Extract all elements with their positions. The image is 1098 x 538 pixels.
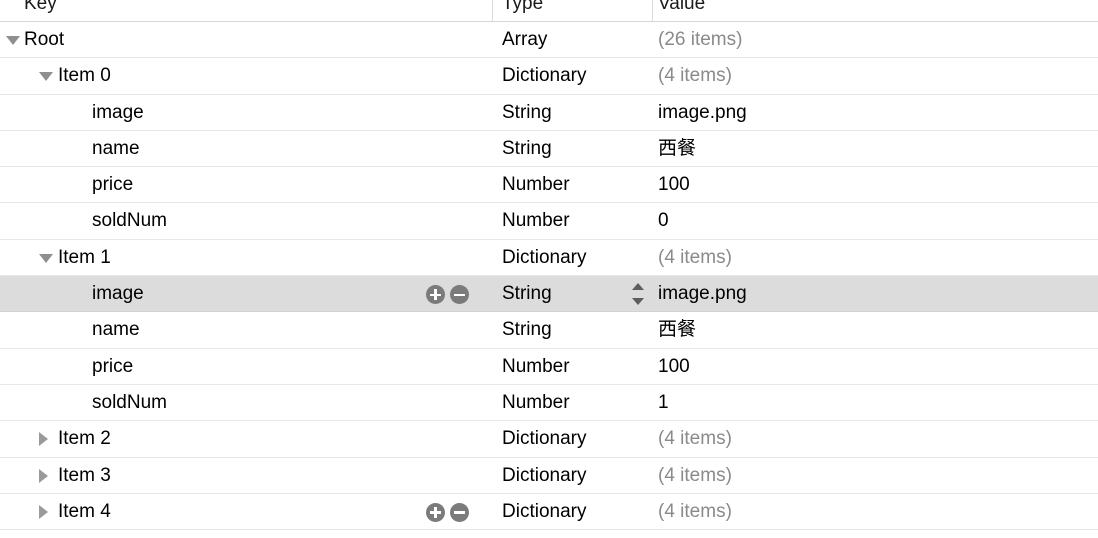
table-row[interactable]: Item 1 Dictionary (4 items) [0,239,1098,277]
plist-editor: Key Type Value Root Array (26 items) Item 0… [0,0,1098,538]
key-label: soldNum [92,391,167,413]
cell-type[interactable]: Dictionary [502,421,652,456]
cell-type[interactable]: Number [502,167,652,202]
cell-type[interactable]: Dictionary [502,58,652,93]
cell-value[interactable]: (4 items) [658,240,1088,275]
cell-key[interactable]: Item 2 [0,421,492,456]
add-remove-controls [426,285,480,305]
cell-key[interactable]: Root [0,22,492,57]
cell-value[interactable]: (4 items) [658,458,1088,493]
cell-value[interactable]: 100 [658,167,1088,202]
cell-value[interactable]: image.png [658,95,1088,130]
key-label: Root [24,29,65,50]
table-row[interactable]: Item 5 Dictionary (4 items) [0,530,1098,538]
key-label: image [92,101,144,123]
key-label: Item 5 [58,530,111,538]
table-row[interactable]: name String 西餐 [0,312,1098,349]
cell-value[interactable]: (4 items) [658,58,1088,93]
table-row[interactable]: image String image.png [0,94,1098,131]
add-row-icon[interactable] [426,285,445,305]
cell-type[interactable]: String [502,312,652,347]
key-label: price [92,174,134,196]
disclosure-triangle-collapsed-icon[interactable] [39,504,48,519]
cell-type[interactable]: Number [502,385,652,420]
key-label: price [92,355,134,377]
table-header: Key Type Value [0,0,1098,22]
cell-type[interactable]: String [502,95,652,130]
disclosure-triangle-expanded-icon[interactable] [6,36,20,45]
table-row[interactable]: name String 西餐 [0,130,1098,168]
cell-value[interactable]: image.png [658,276,1088,311]
value-stepper-icon[interactable] [630,283,646,306]
key-label: Item 2 [58,428,111,450]
column-header-value[interactable]: Value [658,0,1078,21]
column-header-key[interactable]: Key [24,0,484,21]
key-label: name [92,319,140,341]
key-label: soldNum [92,210,167,232]
cell-type[interactable]: Dictionary [502,494,652,529]
cell-type[interactable]: Dictionary [502,240,652,275]
plist-rows: Root Array (26 items) Item 0 Dictionary (4 it… [0,22,1098,538]
cell-value[interactable]: 1 [658,385,1088,420]
cell-key[interactable]: name [0,131,492,166]
key-label: Item 1 [58,246,111,268]
table-row[interactable]: Item 3 Dictionary (4 items) [0,457,1098,494]
table-row[interactable]: soldNum Number 0 [0,203,1098,240]
header-divider-type-value[interactable] [652,0,653,21]
cell-key[interactable]: soldNum [0,385,492,420]
table-row[interactable]: price Number 100 [0,348,1098,385]
add-remove-controls [426,502,480,523]
table-row[interactable]: Item 2 Dictionary (4 items) [0,421,1098,458]
cell-key[interactable]: Item 0 [0,58,492,93]
disclosure-triangle-expanded-icon[interactable] [39,72,53,82]
cell-value[interactable]: 西餐 [658,312,1088,347]
cell-key[interactable]: Item 4 [0,494,492,529]
disclosure-triangle-expanded-icon[interactable] [39,253,53,263]
column-header-type[interactable]: Type [502,0,642,21]
cell-type[interactable]: String [502,131,652,166]
remove-row-icon[interactable] [450,285,469,305]
table-row[interactable]: image String image.png [0,276,1098,313]
cell-type[interactable]: Number [502,203,652,238]
cell-key[interactable]: soldNum [0,203,492,238]
header-divider-key-type[interactable] [492,0,493,21]
cell-key[interactable]: Item 5 [0,530,492,538]
remove-row-icon[interactable] [450,502,469,522]
disclosure-triangle-collapsed-icon[interactable] [39,468,48,483]
key-label: image [92,283,144,305]
key-label: Item 4 [58,500,111,522]
cell-value[interactable]: 100 [658,349,1088,384]
cell-key[interactable]: image [0,95,492,130]
key-label: Item 3 [58,464,111,486]
cell-type[interactable]: Number [502,349,652,384]
key-label: Item 0 [58,65,111,87]
table-row[interactable]: price Number 100 [0,167,1098,204]
cell-value[interactable]: (26 items) [658,22,1088,57]
disclosure-triangle-collapsed-icon[interactable] [39,432,48,447]
cell-value[interactable]: 0 [658,203,1088,238]
cell-key[interactable]: name [0,312,492,347]
cell-value[interactable]: (4 items) [658,421,1088,456]
cell-value[interactable]: (4 items) [658,530,1088,538]
table-row[interactable]: Item 0 Dictionary (4 items) [0,58,1098,95]
cell-type[interactable]: Dictionary [502,458,652,493]
cell-key[interactable]: price [0,349,492,384]
cell-type[interactable]: Dictionary [502,530,652,538]
key-label: name [92,137,140,159]
cell-key[interactable]: Item 1 [0,240,492,275]
cell-type[interactable]: Array [502,22,652,57]
table-row[interactable]: Item 4 Dictionary (4 items) [0,493,1098,531]
cell-value[interactable]: (4 items) [658,494,1088,529]
table-row[interactable]: soldNum Number 1 [0,384,1098,422]
cell-key[interactable]: Item 3 [0,458,492,493]
table-row[interactable]: Root Array (26 items) [0,22,1098,59]
add-row-icon[interactable] [426,502,445,522]
cell-value[interactable]: 西餐 [658,131,1088,166]
cell-key[interactable]: price [0,167,492,202]
cell-key[interactable]: image [0,276,492,311]
